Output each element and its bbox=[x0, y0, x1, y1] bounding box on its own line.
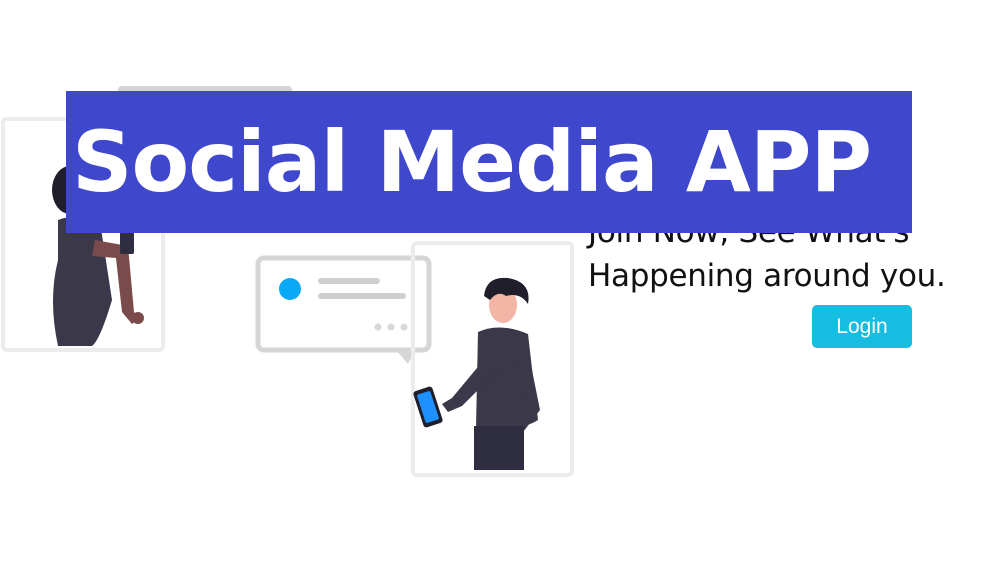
chat-bubble bbox=[255, 255, 432, 364]
hero-tagline-line2: Happening around you. bbox=[588, 258, 946, 294]
title-banner: Social Media APP bbox=[66, 91, 912, 233]
login-button[interactable]: Login bbox=[812, 305, 912, 348]
man-with-phone-figure bbox=[413, 277, 540, 470]
right-photo-frame bbox=[411, 241, 574, 477]
page-title: Social Media APP bbox=[72, 113, 872, 211]
avatar-dot bbox=[279, 278, 301, 300]
